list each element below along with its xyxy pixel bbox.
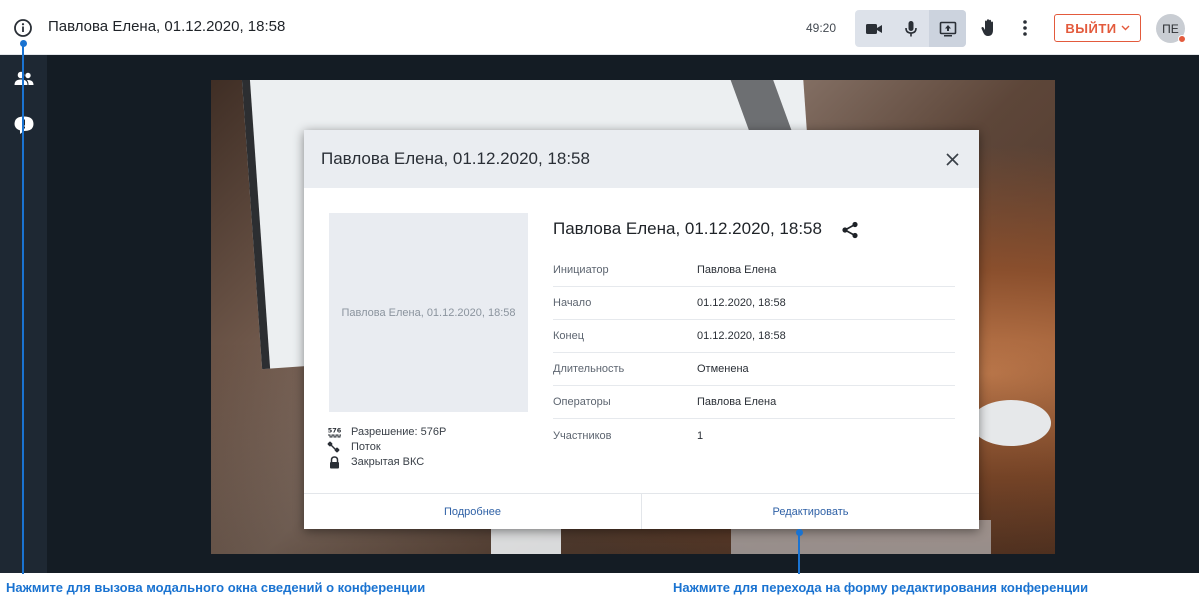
details-row-key: Операторы xyxy=(553,396,611,408)
microphone-icon xyxy=(904,20,917,36)
details-row-key: Инициатор xyxy=(553,264,609,276)
details-row: Начало 01.12.2020, 18:58 xyxy=(553,287,955,320)
details-row-key: Участников xyxy=(553,429,612,442)
microphone-button[interactable] xyxy=(892,10,929,47)
screen-share-icon xyxy=(939,21,956,36)
conference-title: Павлова Елена, 01.12.2020, 18:58 xyxy=(48,18,286,35)
resolution-icon: 576 xyxy=(326,425,342,439)
details-row-key: Конец xyxy=(553,330,585,342)
meta-closed: Закрытая ВКС xyxy=(326,454,536,470)
details-row-value: 1 xyxy=(697,429,704,442)
video-background-mouse xyxy=(971,400,1051,446)
edit-button[interactable]: Редактировать xyxy=(641,494,979,529)
more-options-button[interactable] xyxy=(1014,17,1036,39)
details-row: Конец 01.12.2020, 18:58 xyxy=(553,320,955,353)
participants-icon xyxy=(14,71,34,85)
meta-stream-text: Поток xyxy=(351,441,381,453)
lock-icon xyxy=(326,455,342,469)
share-icon xyxy=(842,221,858,239)
chat-button[interactable] xyxy=(12,113,36,137)
details-row: Инициатор Павлова Елена xyxy=(553,254,955,287)
details-row: Операторы Павлова Елена xyxy=(553,386,955,419)
modal-title: Павлова Елена, 01.12.2020, 18:58 xyxy=(321,149,590,168)
modal-footer: Подробнее Редактировать xyxy=(304,493,979,529)
stream-icon xyxy=(326,440,342,454)
top-bar: Павлова Елена, 01.12.2020, 18:58 49:20 В… xyxy=(0,0,1199,55)
edit-annotation-line xyxy=(798,532,800,574)
details-row-key: Длительность xyxy=(553,363,625,375)
details-row-value: Отменена xyxy=(697,363,749,375)
close-icon xyxy=(945,152,959,166)
details-row-value: Павлова Елена xyxy=(697,264,777,276)
meta-stream: Поток xyxy=(326,439,536,455)
details-row-value: 01.12.2020, 18:58 xyxy=(697,330,786,342)
info-annotation-line xyxy=(22,44,24,574)
chevron-down-icon xyxy=(1121,25,1130,31)
info-icon xyxy=(14,19,32,37)
raise-hand-button[interactable] xyxy=(978,17,1000,39)
chat-icon xyxy=(14,116,34,134)
share-button[interactable] xyxy=(841,221,859,239)
details-row: Длительность Отменена xyxy=(553,353,955,386)
info-button[interactable] xyxy=(12,17,34,39)
details-row-key: Начало xyxy=(553,297,592,309)
edit-annotation-text: Нажмите для перехода на форму редактиров… xyxy=(673,580,1089,595)
details-row-value: Павлова Елена xyxy=(697,396,777,408)
more-vertical-icon xyxy=(1023,20,1027,36)
screen-share-button[interactable] xyxy=(929,10,966,47)
modal-close-button[interactable] xyxy=(942,149,962,169)
detail-title: Павлова Елена, 01.12.2020, 18:58 xyxy=(553,219,822,238)
resolution-badge-text: 576 xyxy=(327,426,341,434)
meta-resolution: 576 Разрешение: 576P xyxy=(326,424,536,440)
exit-button[interactable]: ВЫЙТИ xyxy=(1054,14,1141,42)
modal-header: Павлова Елена, 01.12.2020, 18:58 xyxy=(304,130,979,188)
hand-icon xyxy=(981,19,993,36)
meta-closed-text: Закрытая ВКС xyxy=(351,456,425,468)
meta-resolution-text: Разрешение: 576P xyxy=(351,426,447,438)
conference-info-modal: Павлова Елена, 01.12.2020, 18:58 Павлова… xyxy=(304,130,979,529)
conference-timer: 49:20 xyxy=(806,21,837,35)
details-row: Участников 1 xyxy=(553,419,955,452)
preview-label: Павлова Елена, 01.12.2020, 18:58 xyxy=(341,306,516,319)
participants-button[interactable] xyxy=(12,66,36,90)
exit-button-label: ВЫЙТИ xyxy=(1065,20,1117,36)
conference-details-table: Инициатор Павлова Елена Начало 01.12.202… xyxy=(553,254,955,452)
conference-preview: Павлова Елена, 01.12.2020, 18:58 xyxy=(329,213,528,412)
details-button[interactable]: Подробнее xyxy=(304,494,641,529)
media-controls xyxy=(855,10,966,47)
camera-button[interactable] xyxy=(855,10,892,47)
camera-icon xyxy=(865,23,882,34)
avatar-status-dot xyxy=(1178,35,1186,43)
info-annotation-text: Нажмите для вызова модального окна сведе… xyxy=(6,580,426,595)
details-row-value: 01.12.2020, 18:58 xyxy=(697,297,786,309)
